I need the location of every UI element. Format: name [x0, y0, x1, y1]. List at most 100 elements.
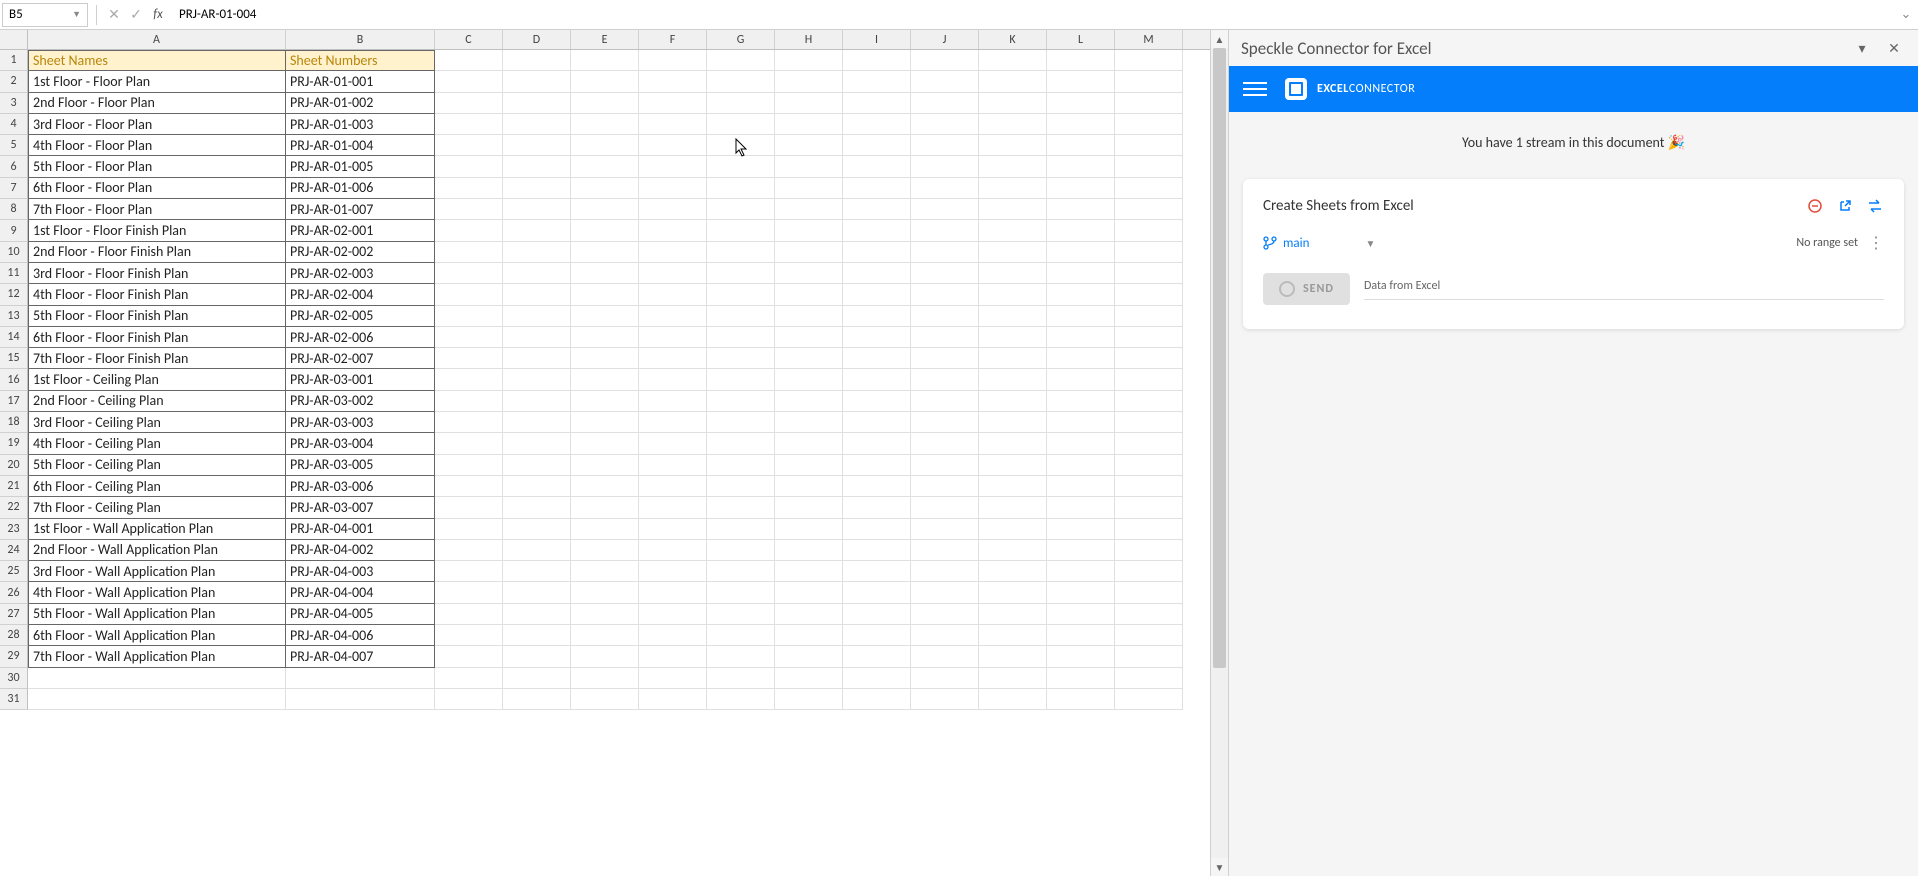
cell[interactable] — [1115, 433, 1183, 454]
cell[interactable] — [1047, 476, 1115, 497]
cell[interactable]: PRJ-AR-04-007 — [286, 646, 435, 667]
cell[interactable] — [1047, 497, 1115, 518]
cell[interactable] — [707, 50, 775, 71]
cell[interactable] — [503, 135, 571, 156]
cell[interactable] — [843, 178, 911, 199]
cell[interactable] — [979, 242, 1047, 263]
cell[interactable]: 4th Floor - Ceiling Plan — [28, 433, 286, 454]
cell[interactable] — [435, 306, 503, 327]
cell[interactable] — [911, 220, 979, 241]
cell[interactable] — [1115, 369, 1183, 390]
cell[interactable] — [571, 582, 639, 603]
cell[interactable] — [1115, 561, 1183, 582]
cell[interactable] — [639, 646, 707, 667]
cell[interactable] — [435, 284, 503, 305]
cell[interactable] — [707, 242, 775, 263]
cell[interactable] — [435, 369, 503, 390]
cell[interactable]: 1st Floor - Floor Plan — [28, 71, 286, 92]
cell[interactable] — [911, 689, 979, 710]
cell[interactable] — [979, 476, 1047, 497]
cell[interactable] — [707, 561, 775, 582]
cell[interactable] — [707, 156, 775, 177]
cell[interactable] — [707, 369, 775, 390]
cell[interactable] — [639, 199, 707, 220]
cell[interactable] — [503, 348, 571, 369]
row-header[interactable]: 12 — [0, 284, 28, 305]
cell[interactable]: PRJ-AR-01-002 — [286, 93, 435, 114]
cell[interactable] — [503, 412, 571, 433]
cell[interactable] — [1047, 391, 1115, 412]
cell[interactable] — [911, 263, 979, 284]
cell[interactable]: PRJ-AR-03-001 — [286, 369, 435, 390]
col-header-C[interactable]: C — [435, 30, 503, 49]
cell[interactable] — [911, 284, 979, 305]
cell[interactable] — [707, 220, 775, 241]
cell[interactable] — [503, 540, 571, 561]
cell[interactable] — [435, 540, 503, 561]
cell[interactable] — [843, 93, 911, 114]
cell[interactable]: 4th Floor - Wall Application Plan — [28, 582, 286, 603]
cell[interactable] — [435, 156, 503, 177]
cell[interactable] — [775, 284, 843, 305]
cell[interactable] — [979, 348, 1047, 369]
col-header-J[interactable]: J — [911, 30, 979, 49]
cell[interactable] — [639, 582, 707, 603]
cell[interactable] — [775, 668, 843, 689]
cell[interactable] — [435, 391, 503, 412]
cell[interactable]: PRJ-AR-04-005 — [286, 604, 435, 625]
cell[interactable] — [843, 220, 911, 241]
cell[interactable]: 6th Floor - Floor Finish Plan — [28, 327, 286, 348]
cell[interactable] — [571, 455, 639, 476]
cell[interactable] — [503, 284, 571, 305]
cell[interactable]: PRJ-AR-01-007 — [286, 199, 435, 220]
cell[interactable] — [911, 582, 979, 603]
cell[interactable] — [707, 540, 775, 561]
cell[interactable]: 3rd Floor - Ceiling Plan — [28, 412, 286, 433]
row-header[interactable]: 10 — [0, 242, 28, 263]
cell[interactable] — [843, 604, 911, 625]
cell[interactable]: 1st Floor - Ceiling Plan — [28, 369, 286, 390]
cell[interactable] — [639, 625, 707, 646]
cell[interactable] — [503, 668, 571, 689]
cell[interactable] — [911, 391, 979, 412]
cell[interactable] — [775, 497, 843, 518]
cell[interactable] — [571, 284, 639, 305]
cell[interactable] — [843, 476, 911, 497]
cell[interactable] — [1115, 391, 1183, 412]
cell[interactable] — [571, 497, 639, 518]
col-header-H[interactable]: H — [775, 30, 843, 49]
cell[interactable] — [1047, 646, 1115, 667]
row-header[interactable]: 20 — [0, 455, 28, 476]
cell[interactable] — [911, 306, 979, 327]
cell[interactable] — [707, 391, 775, 412]
cell[interactable] — [571, 71, 639, 92]
cell[interactable] — [843, 348, 911, 369]
row-header[interactable]: 8 — [0, 199, 28, 220]
cell[interactable] — [911, 369, 979, 390]
row-header[interactable]: 23 — [0, 519, 28, 540]
cell[interactable] — [571, 156, 639, 177]
row-header[interactable]: 6 — [0, 156, 28, 177]
cell[interactable] — [639, 689, 707, 710]
cell[interactable] — [843, 433, 911, 454]
cell[interactable] — [979, 284, 1047, 305]
name-box-dropdown-icon[interactable]: ▼ — [72, 9, 81, 20]
cell[interactable] — [1047, 178, 1115, 199]
col-header-L[interactable]: L — [1047, 30, 1115, 49]
cell[interactable]: 5th Floor - Floor Finish Plan — [28, 306, 286, 327]
cell[interactable] — [979, 114, 1047, 135]
cell[interactable] — [775, 625, 843, 646]
cell[interactable] — [775, 114, 843, 135]
cell[interactable] — [843, 497, 911, 518]
cell[interactable] — [286, 668, 435, 689]
cell[interactable] — [707, 412, 775, 433]
cell[interactable] — [1115, 220, 1183, 241]
cell[interactable] — [571, 263, 639, 284]
cell[interactable] — [435, 476, 503, 497]
cell[interactable] — [979, 199, 1047, 220]
cell[interactable] — [503, 582, 571, 603]
cell[interactable] — [843, 114, 911, 135]
cell[interactable] — [435, 433, 503, 454]
cell[interactable] — [775, 178, 843, 199]
cell[interactable] — [911, 540, 979, 561]
